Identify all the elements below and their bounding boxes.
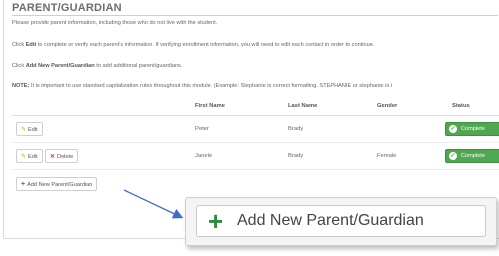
status-badge: ✓ Complete	[445, 122, 499, 136]
edit-button[interactable]: ✎ Edit	[16, 122, 43, 136]
header-last-name: Last Name	[288, 103, 318, 109]
zoom-callout: + Add New Parent/Guardian	[185, 197, 497, 246]
status-badge: ✓ Complete	[445, 149, 499, 163]
plus-icon: +	[208, 206, 224, 236]
edit-instruction: Click Edit to complete or verify each pa…	[12, 42, 375, 48]
check-icon: ✓	[449, 125, 457, 133]
title-divider	[12, 15, 498, 16]
note-text: NOTE: It is important to use standard ca…	[12, 83, 392, 89]
plus-icon: +	[21, 181, 26, 188]
cell-first-name: Janele	[195, 153, 213, 159]
cell-last-name: Brady	[288, 126, 304, 132]
check-icon: ✓	[449, 152, 457, 160]
pencil-icon: ✎	[21, 154, 27, 160]
pencil-icon: ✎	[21, 127, 27, 133]
table-header: First Name Last Name Gender Status	[12, 97, 499, 116]
header-first-name: First Name	[195, 103, 225, 109]
edit-button[interactable]: ✎ Edit	[16, 149, 43, 163]
add-parent-guardian-button[interactable]: + Add New Parent/Guardian	[16, 177, 98, 191]
cell-last-name: Brady	[288, 153, 304, 159]
add-parent-guardian-button-zoomed[interactable]: + Add New Parent/Guardian	[196, 205, 486, 237]
intro-text: Please provide parent information, inclu…	[12, 20, 218, 26]
header-status: Status	[452, 103, 470, 109]
add-instruction: Click Add New Parent/Guardian to add add…	[12, 63, 183, 69]
table-row: ✎ Edit Peter Brady ✓ Complete	[12, 116, 499, 143]
table-row: ✎ Edit ✕ Delete Janele Brady Female ✓ Comp…	[12, 143, 499, 170]
delete-button[interactable]: ✕ Delete	[45, 149, 79, 163]
cell-gender: Female	[377, 153, 397, 159]
cell-first-name: Peter	[195, 126, 209, 132]
header-gender: Gender	[377, 103, 398, 109]
close-icon: ✕	[50, 154, 56, 160]
section-title: PARENT/GUARDIAN	[12, 2, 122, 14]
